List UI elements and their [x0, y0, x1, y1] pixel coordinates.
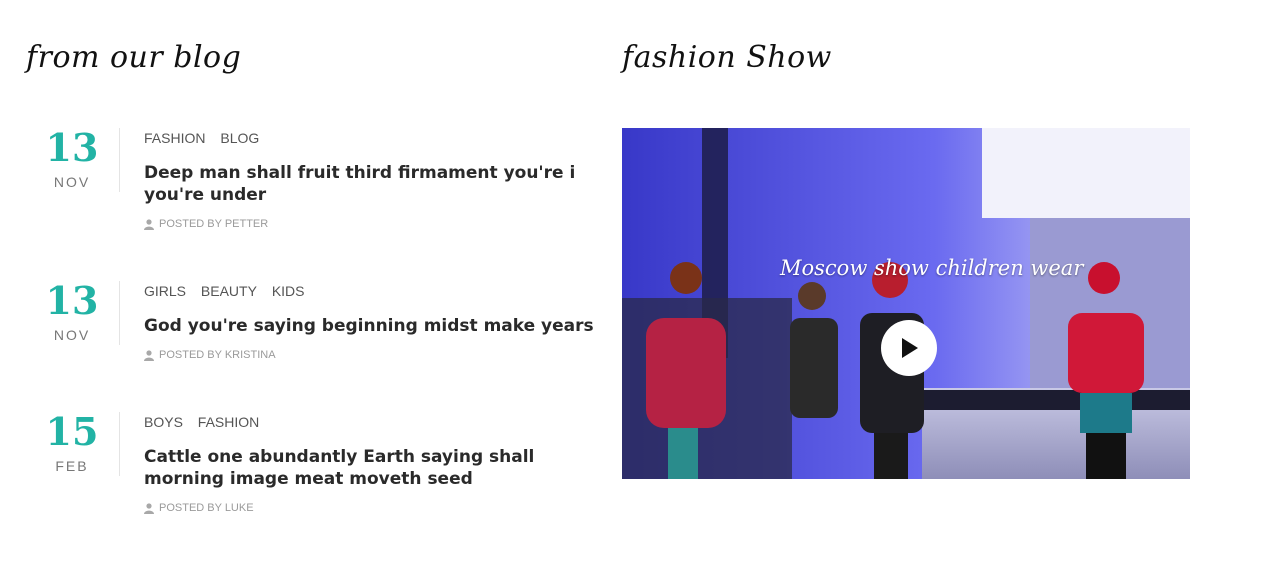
play-icon: [902, 338, 918, 358]
fashion-video-player[interactable]: Moscow show children wear: [622, 128, 1190, 479]
author-label: POSTED BY LUKE: [159, 502, 254, 514]
post-month: NOV: [53, 327, 91, 343]
post-date: 13 NOV: [40, 125, 104, 191]
tag-link[interactable]: BOYS: [144, 414, 183, 430]
user-icon: [144, 218, 154, 230]
divider: [119, 128, 120, 192]
tag-link[interactable]: BEAUTY: [201, 283, 257, 299]
post-day: 15: [45, 409, 99, 454]
post-date: 15 FEB: [40, 409, 104, 475]
blog-section-title: from our blog: [26, 40, 242, 75]
post-author: POSTED BY LUKE: [144, 502, 604, 514]
post-title-link[interactable]: God you're saying beginning midst make y…: [144, 315, 604, 337]
tag-link[interactable]: FASHION: [198, 414, 259, 430]
post-author: POSTED BY KRISTINA: [144, 349, 604, 361]
divider: [119, 412, 120, 476]
post-author: POSTED BY PETTER: [144, 218, 604, 230]
tag-link[interactable]: FASHION: [144, 130, 205, 146]
post-title-link[interactable]: Cattle one abundantly Earth saying shall…: [144, 446, 604, 490]
user-icon: [144, 502, 154, 514]
post-date: 13 NOV: [40, 278, 104, 344]
runway-thumbnail: [622, 128, 1190, 479]
fashion-section-title: fashion Show: [622, 40, 832, 75]
post-tags: GIRLS BEAUTY KIDS: [144, 283, 604, 301]
tag-link[interactable]: KIDS: [272, 283, 305, 299]
tag-link[interactable]: BLOG: [220, 130, 259, 146]
post-day: 13: [45, 278, 99, 323]
post-title-link[interactable]: Deep man shall fruit third firmament you…: [144, 162, 604, 206]
post-day: 13: [45, 125, 99, 170]
post-month: FEB: [55, 458, 89, 474]
video-caption: Moscow show children wear: [780, 256, 1084, 280]
post-tags: FASHION BLOG: [144, 130, 604, 148]
user-icon: [144, 349, 154, 361]
divider: [119, 281, 120, 345]
play-button[interactable]: [881, 320, 937, 376]
tag-link[interactable]: GIRLS: [144, 283, 186, 299]
post-month: NOV: [53, 174, 91, 190]
author-label: POSTED BY PETTER: [159, 218, 269, 230]
author-label: POSTED BY KRISTINA: [159, 349, 276, 361]
post-tags: BOYS FASHION: [144, 414, 604, 432]
